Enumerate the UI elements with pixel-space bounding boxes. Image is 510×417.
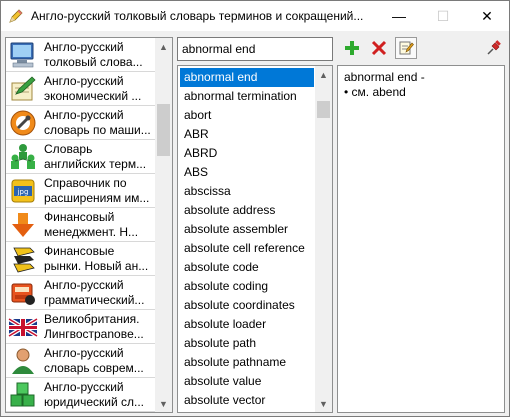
word-item[interactable]: abscissa (180, 182, 314, 201)
books-icon (8, 278, 38, 308)
dictionary-item[interactable]: Англо-русский толковый слова... (6, 38, 156, 72)
word-item[interactable]: ABRD (180, 144, 314, 163)
dictionary-item[interactable]: Англо-русский словарь по маши... (6, 106, 156, 140)
article-body: • см. abend (344, 85, 406, 99)
dictionary-label: Великобритания. Лингвострanoвe... (44, 312, 144, 341)
dictionary-item[interactable]: Великобритания. Лингвострanoвe... (6, 310, 156, 344)
word-item[interactable]: abort (180, 106, 314, 125)
plus-icon (345, 41, 359, 55)
add-button[interactable] (341, 37, 363, 59)
scroll-up-arrow-icon[interactable]: ▲ (155, 38, 172, 55)
dictionary-item[interactable]: Англо-русский юридический сл... (6, 378, 156, 412)
word-item[interactable]: absolute cell reference (180, 239, 314, 258)
word-item[interactable]: absolute vector (180, 391, 314, 410)
mechanical-gear-icon (8, 108, 38, 138)
pin-button[interactable] (483, 37, 505, 59)
dictionary-scrollbar[interactable]: ▲ ▼ (155, 38, 172, 412)
dictionary-label: Справочник по расширениям им... (44, 176, 150, 205)
dictionary-label: Англо-русский экономический ... (44, 74, 142, 103)
edit-button[interactable] (395, 37, 417, 59)
scroll-thumb[interactable] (157, 104, 170, 156)
word-list-scrollbar[interactable]: ▲ ▼ (315, 66, 332, 412)
word-item[interactable]: ABS (180, 163, 314, 182)
pushpin-icon (487, 40, 501, 55)
dictionary-item[interactable]: Финансовый менеджмент. Н... (6, 208, 156, 242)
word-item[interactable]: absolute pathname (180, 353, 314, 372)
scroll-up-arrow-icon[interactable]: ▲ (315, 66, 332, 83)
dictionary-label: Англо-русский толковый слова... (44, 40, 143, 69)
delete-button[interactable] (368, 37, 390, 59)
article-view[interactable]: abnormal end - • см. abend (337, 65, 505, 413)
article-headword: abnormal end - (344, 70, 425, 84)
svg-text:jpg: jpg (17, 188, 29, 196)
word-list[interactable]: abnormal end abnormal termination abort … (177, 65, 333, 413)
minimize-button[interactable]: — (377, 1, 421, 31)
word-item[interactable]: absolute path (180, 334, 314, 353)
word-item[interactable]: abnormal end (180, 68, 314, 87)
dictionary-list[interactable]: Англо-русский толковый слова... Англо-ру… (5, 37, 173, 413)
word-item[interactable]: absolute value (180, 372, 314, 391)
word-item[interactable]: ABR (180, 125, 314, 144)
word-item[interactable]: absolute address (180, 201, 314, 220)
word-item[interactable]: absolute loader (180, 315, 314, 334)
jpg-file-icon: jpg (8, 176, 38, 206)
pencil-app-icon (8, 8, 24, 24)
close-button[interactable]: ✕ (465, 1, 509, 31)
bull-icon (8, 244, 38, 274)
edit-note-icon (399, 41, 414, 55)
dictionary-item[interactable]: Финансовые рынки. Новый ан... (6, 242, 156, 276)
dictionary-label: Финансовый менеджмент. Н... (44, 210, 139, 239)
dictionary-item[interactable]: Англо-русский грамматический... (6, 276, 156, 310)
word-item[interactable]: absolute coding (180, 277, 314, 296)
computer-icon (8, 40, 38, 70)
window-title: Англо-русский толковый словарь терминов … (31, 9, 364, 23)
maximize-button[interactable]: ☐ (421, 1, 465, 31)
scroll-down-arrow-icon[interactable]: ▼ (315, 395, 332, 412)
delete-x-icon (371, 40, 387, 56)
search-input[interactable] (177, 37, 333, 61)
dictionary-label: Англо-русский грамматический... (44, 278, 145, 307)
word-item[interactable]: absolute code (180, 258, 314, 277)
dictionary-item[interactable]: jpg Справочник по расширениям им... (6, 174, 156, 208)
dictionary-item[interactable]: Словарь английских терм... (6, 140, 156, 174)
green-blocks-icon (8, 380, 38, 410)
word-item[interactable]: abnormal termination (180, 87, 314, 106)
word-item[interactable]: absolute assembler (180, 220, 314, 239)
dictionary-item[interactable]: Англо-русский экономический ... (6, 72, 156, 106)
scroll-thumb[interactable] (317, 101, 330, 118)
notepad-pencil-icon (8, 74, 38, 104)
dictionary-label: Англо-русский словарь соврем... (44, 346, 144, 375)
scroll-down-arrow-icon[interactable]: ▼ (155, 395, 172, 412)
down-arrow-icon (8, 210, 38, 240)
dictionary-label: Финансовые рынки. Новый ан... (44, 244, 149, 273)
dictionary-label: Словарь английских терм... (44, 142, 147, 171)
person-icon (8, 346, 38, 376)
people-tree-icon (8, 142, 38, 172)
word-item[interactable]: absolute coordinates (180, 296, 314, 315)
dictionary-label: Англо-русский юридический сл... (44, 380, 145, 409)
title-bar: Англо-русский толковый словарь терминов … (1, 1, 509, 31)
dictionary-label: Англо-русский словарь по маши... (44, 108, 151, 137)
dictionary-item[interactable]: Англо-русский словарь соврем... (6, 344, 156, 378)
uk-flag-icon (7, 312, 39, 342)
app-window: Англо-русский толковый словарь терминов … (0, 0, 510, 417)
